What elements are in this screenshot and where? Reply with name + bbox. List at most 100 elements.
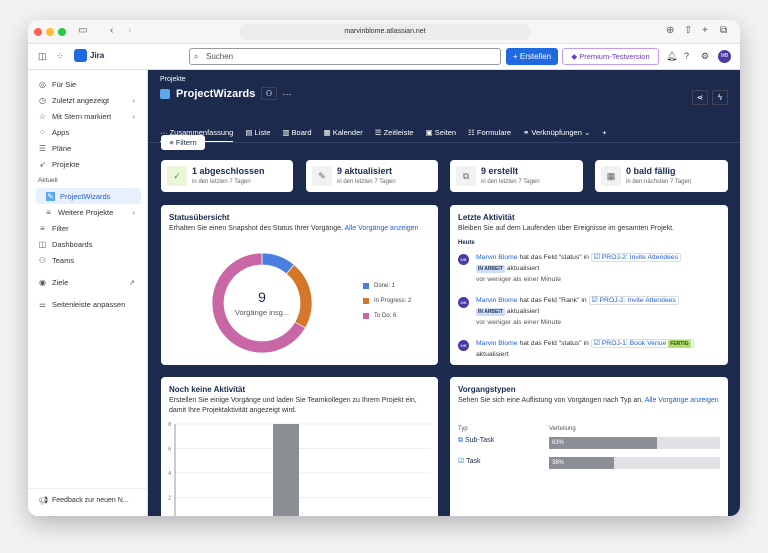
team-icon[interactable]: ⚇ bbox=[261, 87, 277, 100]
distribution-bar[interactable]: 38% bbox=[549, 457, 720, 469]
stat-card-completed[interactable]: ✓ 1 abgeschlossen in den letzten 7 Tagen bbox=[161, 160, 293, 192]
apps-icon: ⁘ bbox=[39, 127, 46, 137]
issue-type-row: ⧉ Sub-Task 63% bbox=[458, 437, 720, 449]
tab-seiten[interactable]: ▣ Seiten bbox=[426, 128, 456, 143]
no-activity-card: Noch keine Aktivität Erstellen Sie einig… bbox=[161, 377, 438, 516]
all-issues-link[interactable]: Alle Vorgänge anzeigen bbox=[645, 397, 719, 404]
tab-liste[interactable]: ▤ Liste bbox=[245, 128, 270, 143]
user-link[interactable]: Marvin Blome bbox=[476, 254, 518, 261]
tab-board[interactable]: ▥ Board bbox=[282, 128, 311, 143]
add-tab-icon[interactable]: + bbox=[602, 128, 606, 143]
collapse-sidebar-icon[interactable]: ◫ bbox=[38, 51, 47, 62]
stat-card-created[interactable]: ⧉ 9 erstellt in den letzten 7 Tagen bbox=[450, 160, 583, 192]
search-placeholder: Suchen bbox=[206, 52, 234, 61]
legend-item: To Do: 6 bbox=[363, 313, 411, 319]
sidebar-item-filter[interactable]: ≡ Filter bbox=[28, 220, 147, 236]
diamond-icon: ◆ bbox=[571, 52, 578, 61]
chevron-right-icon: › bbox=[132, 207, 136, 217]
tab-zeitleiste[interactable]: ☰ Zeitleiste bbox=[375, 128, 414, 143]
sidebar-item-zuletzt[interactable]: ◷ Zuletzt angezeigt › bbox=[28, 92, 147, 108]
forward-icon[interactable]: › bbox=[128, 25, 131, 36]
type-name[interactable]: Sub-Task bbox=[465, 437, 494, 444]
tab-formulare[interactable]: ☷ Formulare bbox=[468, 128, 511, 143]
automation-icon[interactable]: ϟ bbox=[712, 90, 728, 105]
app-switcher-icon[interactable]: ⁘ bbox=[56, 51, 64, 62]
sidebar-item-weitere-projekte[interactable]: ≡ Weitere Projekte › bbox=[28, 204, 147, 220]
tab-kalender[interactable]: ▦ Kalender bbox=[324, 128, 363, 143]
column-header-distribution: Verteilung bbox=[549, 426, 576, 432]
sidebar-item-ziele[interactable]: ◉ Ziele ↗ bbox=[28, 274, 147, 290]
create-icon: ⧉ bbox=[456, 166, 476, 186]
sidebar-item-apps[interactable]: ⁘ Apps bbox=[28, 124, 147, 140]
premium-trial-button[interactable]: ◆ Premium-Testversion bbox=[562, 48, 659, 65]
issue-link[interactable]: ☑ PROJ-2: Invite Attendees bbox=[588, 296, 679, 305]
chart-legend: Done: 1 In Progress: 2 To Do: 6 bbox=[363, 283, 411, 328]
label: Feedback zur neuen N... bbox=[52, 497, 129, 504]
bar[interactable] bbox=[273, 424, 299, 516]
user-link[interactable]: Marvin Blome bbox=[476, 297, 518, 304]
stat-card-due[interactable]: ▦ 0 bald fällig in den nächsten 7 Tagen bbox=[595, 160, 728, 192]
search-icon: ⌕ bbox=[194, 52, 199, 61]
issue-label: PROJ-1: Book Venue bbox=[601, 340, 667, 347]
more-icon[interactable]: ··· bbox=[283, 89, 292, 99]
column-header-type: Typ bbox=[458, 426, 468, 432]
legend-swatch bbox=[363, 313, 369, 319]
sidebar-item-dashboards[interactable]: ◫ Dashboards bbox=[28, 236, 147, 252]
sidebar-item-plaene[interactable]: ☰ Pläne bbox=[28, 140, 147, 156]
feedback-button[interactable]: 📢︎ Feedback zur neuen N... bbox=[28, 488, 147, 512]
sidebar-item-anpassen[interactable]: ⚌ Seitenleiste anpassen bbox=[28, 296, 147, 312]
issue-link[interactable]: ☑ PROJ-2: Invite Attendees bbox=[590, 253, 682, 262]
label: Zuletzt angezeigt bbox=[52, 95, 110, 105]
stat-sub: in den letzten 7 Tagen bbox=[192, 179, 251, 185]
issue-link[interactable]: ☑ PROJ-1: Book Venue FERTIG bbox=[590, 339, 694, 348]
breadcrumb[interactable]: Projekte bbox=[160, 76, 186, 83]
close-window-button[interactable] bbox=[34, 28, 42, 36]
minimize-window-button[interactable] bbox=[46, 28, 54, 36]
chevron-right-icon: › bbox=[132, 95, 136, 105]
share-icon[interactable]: ⋖ bbox=[692, 90, 708, 105]
help-icon[interactable]: ? bbox=[684, 51, 689, 61]
search-input[interactable]: ⌕ Suchen bbox=[189, 48, 501, 65]
activity-item: MB Marvin Blome hat das Feld "status" in … bbox=[458, 252, 713, 285]
share-icon[interactable]: ⇧ bbox=[684, 25, 692, 36]
download-icon[interactable]: ⊕ bbox=[666, 25, 674, 36]
app-name: Jira bbox=[90, 51, 105, 60]
label: Mit Stern markiert bbox=[52, 111, 112, 121]
sidebar-toggle-icon[interactable]: ▭ bbox=[78, 25, 87, 36]
bell-icon[interactable]: 🔔︎ bbox=[666, 51, 677, 62]
sidebar-item-projectwizards[interactable]: ✎ ProjectWizards bbox=[36, 188, 141, 204]
type-name[interactable]: Task bbox=[466, 458, 480, 465]
gear-icon[interactable]: ⚙ bbox=[701, 51, 709, 62]
label: Apps bbox=[52, 127, 70, 137]
url-bar[interactable]: marvinblome.atlassian.net bbox=[240, 24, 530, 40]
legend-label: To Do: 6 bbox=[374, 313, 397, 319]
card-desc: Bleiben Sie auf dem Laufenden über Ereig… bbox=[458, 225, 674, 232]
sidebar-item-projekte[interactable]: ➶ Projekte bbox=[28, 156, 147, 172]
donut-total-label: Vorgänge insg... bbox=[234, 308, 290, 317]
goal-icon: ◉ bbox=[39, 277, 46, 287]
user-link[interactable]: Marvin Blome bbox=[476, 340, 518, 347]
stat-sub: in den letzten 7 Tagen bbox=[481, 179, 540, 185]
distribution-bar[interactable]: 63% bbox=[549, 437, 720, 449]
sidebar-item-fuer-sie[interactable]: ◎ Für Sie bbox=[28, 76, 147, 92]
megaphone-icon: 📢︎ bbox=[38, 496, 49, 505]
user-circle-icon: ◎ bbox=[39, 79, 46, 89]
label: ProjectWizards bbox=[60, 191, 111, 201]
stat-card-updated[interactable]: ✎ 9 aktualisiert in den letzten 7 Tagen bbox=[306, 160, 438, 192]
list-icon: ≡ bbox=[46, 207, 51, 217]
tab-verknuepfungen[interactable]: ⚭ Verknüpfungen ⌄ bbox=[523, 128, 590, 143]
avatar[interactable]: MB bbox=[718, 50, 731, 63]
sidebar-item-stern[interactable]: ☆ Mit Stern markiert › bbox=[28, 108, 147, 124]
create-button[interactable]: + Erstellen bbox=[506, 48, 558, 65]
stat-title: 9 erstellt bbox=[481, 166, 519, 176]
new-tab-icon[interactable]: + bbox=[702, 25, 708, 36]
back-icon[interactable]: ‹ bbox=[110, 25, 113, 36]
project-tabs: ··· Zusammenfassung ▤ Liste ▥ Board ▦ Ka… bbox=[160, 128, 607, 143]
zoom-window-button[interactable] bbox=[58, 28, 66, 36]
legend-label: Done: 1 bbox=[374, 283, 396, 289]
filter-button[interactable]: ≡ Filtern bbox=[161, 135, 205, 150]
tabs-overview-icon[interactable]: ⧉ bbox=[720, 25, 727, 36]
sidebar-item-teams[interactable]: ⚇ Teams bbox=[28, 252, 147, 268]
label: Teams bbox=[52, 255, 75, 265]
label: Für Sie bbox=[52, 79, 77, 89]
